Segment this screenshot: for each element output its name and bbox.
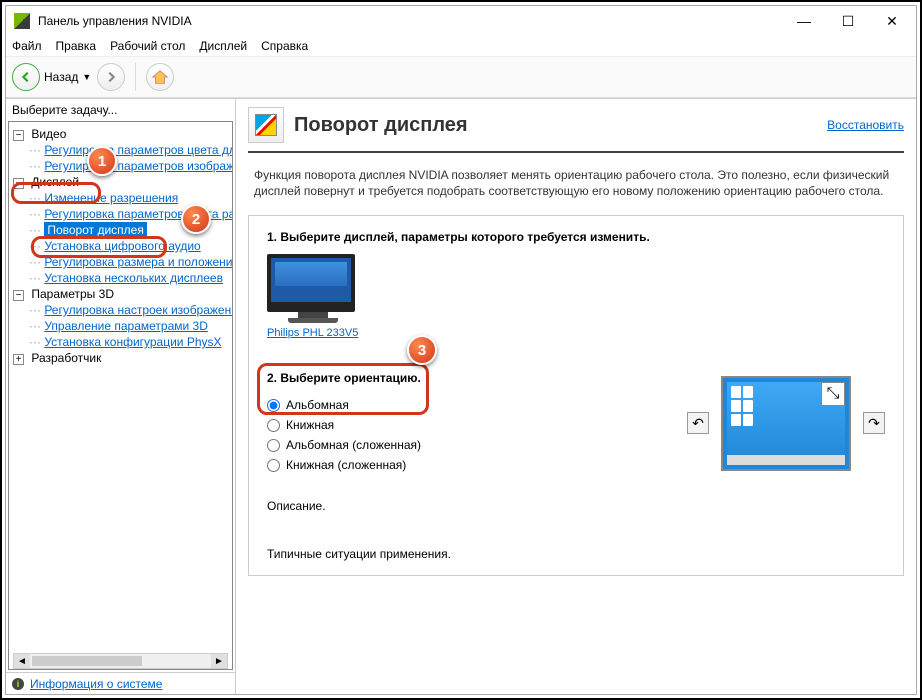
scroll-right-icon[interactable]: ► bbox=[211, 654, 227, 668]
monitor-thumbnail[interactable]: Philips PHL 233V5 bbox=[267, 254, 358, 339]
radio-input-portrait[interactable] bbox=[267, 419, 280, 432]
back-dropdown-icon[interactable]: ▼ bbox=[82, 72, 91, 82]
sidebar: Выберите задачу... − Видео Регулировка п… bbox=[6, 99, 236, 694]
scenarios-label: Типичные ситуации применения. bbox=[267, 547, 885, 561]
page-title: Поворот дисплея bbox=[294, 114, 468, 137]
annotation-badge-3: 3 bbox=[407, 335, 437, 365]
back-icon bbox=[12, 63, 40, 91]
tree-node-developer[interactable]: + Разработчик bbox=[9, 350, 232, 366]
radio-input-portrait-flipped[interactable] bbox=[267, 459, 280, 472]
tree-link-rotate-display[interactable]: Поворот дисплея bbox=[44, 222, 147, 238]
tree-node-video[interactable]: − Видео bbox=[9, 126, 232, 142]
radio-label: Книжная (сложенная) bbox=[286, 458, 406, 472]
tree-link-manage-3d[interactable]: Управление параметрами 3D bbox=[44, 319, 208, 333]
preview-area: ↶ ⤡ ↷ bbox=[687, 371, 885, 475]
collapse-icon[interactable]: − bbox=[13, 290, 24, 301]
radio-input-landscape-flipped[interactable] bbox=[267, 439, 280, 452]
tree-label-video: Видео bbox=[31, 127, 66, 141]
page-header: Поворот дисплея Восстановить bbox=[248, 103, 904, 153]
radio-portrait-flipped[interactable]: Книжная (сложенная) bbox=[267, 455, 421, 475]
menubar: Файл Правка Рабочий стол Дисплей Справка bbox=[6, 36, 916, 56]
radio-landscape[interactable]: Альбомная bbox=[267, 395, 421, 415]
tree-link-video-image[interactable]: Регулировка параметров изображения д bbox=[44, 159, 233, 173]
monitor-screen-icon bbox=[267, 254, 355, 312]
body: Выберите задачу... − Видео Регулировка п… bbox=[6, 98, 916, 694]
scroll-track[interactable] bbox=[144, 654, 211, 668]
tree-link-multi-display[interactable]: Установка нескольких дисплеев bbox=[44, 271, 223, 285]
preview-monitor: ⤡ bbox=[721, 376, 851, 471]
task-tree[interactable]: − Видео Регулировка параметров цвета для… bbox=[8, 121, 233, 670]
tree-label-display: Дисплей bbox=[31, 175, 79, 189]
step2-title: 2. Выберите ориентацию. bbox=[267, 371, 421, 385]
annotation-badge-2: 2 bbox=[181, 204, 211, 234]
rotate-ccw-button[interactable]: ↶ bbox=[687, 412, 709, 434]
back-label: Назад bbox=[44, 70, 78, 84]
horizontal-scrollbar[interactable]: ◄ ► bbox=[13, 653, 228, 669]
home-button[interactable] bbox=[146, 63, 174, 91]
rotate-cw-button[interactable]: ↷ bbox=[863, 412, 885, 434]
settings-panel: 1. Выберите дисплей, параметры которого … bbox=[248, 215, 904, 576]
tree-node-3d[interactable]: − Параметры 3D bbox=[9, 286, 232, 302]
radio-label: Альбомная (сложенная) bbox=[286, 438, 421, 452]
intro-text: Функция поворота дисплея NVIDIA позволяе… bbox=[248, 153, 904, 215]
forward-button[interactable] bbox=[97, 63, 125, 91]
back-button-group[interactable]: Назад ▼ bbox=[12, 63, 91, 91]
titlebar: Панель управления NVIDIA — ☐ ✕ bbox=[6, 6, 916, 36]
window-title: Панель управления NVIDIA bbox=[38, 14, 782, 28]
collapse-icon[interactable]: − bbox=[13, 178, 24, 189]
info-icon: i bbox=[12, 678, 24, 690]
radio-portrait[interactable]: Книжная bbox=[267, 415, 421, 435]
app-window: Панель управления NVIDIA — ☐ ✕ Файл Прав… bbox=[5, 5, 917, 695]
minimize-button[interactable]: — bbox=[782, 7, 826, 35]
orientation-arrow-icon: ⤡ bbox=[821, 382, 845, 406]
tree-label-3d: Параметры 3D bbox=[31, 287, 114, 301]
expand-icon[interactable]: + bbox=[13, 354, 24, 365]
page-icon bbox=[248, 107, 284, 143]
menu-file[interactable]: Файл bbox=[12, 39, 42, 53]
description-label: Описание. bbox=[267, 499, 885, 513]
radio-input-landscape[interactable] bbox=[267, 399, 280, 412]
scroll-left-icon[interactable]: ◄ bbox=[14, 654, 30, 668]
menu-display[interactable]: Дисплей bbox=[199, 39, 247, 53]
radio-label: Альбомная bbox=[286, 398, 349, 412]
task-prompt: Выберите задачу... bbox=[6, 99, 235, 121]
tree-link-video-color[interactable]: Регулировка параметров цвета для вид bbox=[44, 143, 233, 157]
collapse-icon[interactable]: − bbox=[13, 130, 24, 141]
system-info-link[interactable]: Информация о системе bbox=[30, 677, 162, 691]
nvidia-icon bbox=[14, 13, 30, 29]
tree-node-display[interactable]: − Дисплей bbox=[9, 174, 232, 190]
tree-link-resolution[interactable]: Изменение разрешения bbox=[44, 191, 178, 205]
tree-link-image-settings[interactable]: Регулировка настроек изображения с пр bbox=[44, 303, 233, 317]
content: Поворот дисплея Восстановить Функция пов… bbox=[236, 99, 916, 694]
tree-link-size-position[interactable]: Регулировка размера и положения рабо bbox=[44, 255, 233, 269]
radio-label: Книжная bbox=[286, 418, 334, 432]
sidebar-footer: i Информация о системе bbox=[6, 672, 235, 694]
toolbar: Назад ▼ bbox=[6, 56, 916, 98]
radio-landscape-flipped[interactable]: Альбомная (сложенная) bbox=[267, 435, 421, 455]
orientation-radio-group: 2. Выберите ориентацию. Альбомная Книжна… bbox=[267, 371, 421, 475]
monitor-label: Philips PHL 233V5 bbox=[267, 327, 358, 339]
menu-edit[interactable]: Правка bbox=[56, 39, 97, 53]
tree-label-developer: Разработчик bbox=[31, 351, 101, 365]
menu-help[interactable]: Справка bbox=[261, 39, 308, 53]
close-button[interactable]: ✕ bbox=[870, 7, 914, 35]
tree-link-physx[interactable]: Установка конфигурации PhysX bbox=[44, 335, 221, 349]
menu-desktop[interactable]: Рабочий стол bbox=[110, 39, 185, 53]
annotation-badge-1: 1 bbox=[87, 146, 117, 176]
step1-title: 1. Выберите дисплей, параметры которого … bbox=[267, 230, 885, 244]
toolbar-separator bbox=[135, 63, 136, 91]
restore-link[interactable]: Восстановить bbox=[827, 118, 904, 132]
tree-link-digital-audio[interactable]: Установка цифрового аудио bbox=[44, 239, 200, 253]
maximize-button[interactable]: ☐ bbox=[826, 7, 870, 35]
scroll-thumb[interactable] bbox=[32, 656, 142, 666]
